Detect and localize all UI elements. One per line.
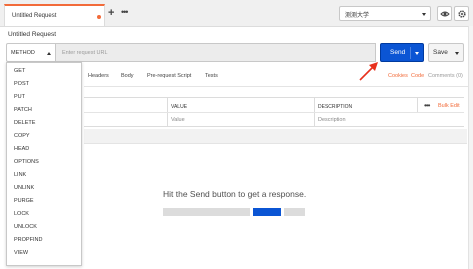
request-title[interactable]: Untitled Request: [8, 31, 56, 38]
tab-headers[interactable]: Headers: [88, 73, 109, 79]
more-tabs-button[interactable]: •••: [121, 8, 129, 17]
send-button-divider: [410, 47, 411, 59]
send-button[interactable]: Send: [380, 43, 424, 62]
unsaved-dot-icon: [97, 15, 101, 19]
method-dropdown-menu: GET POST PUT PATCH DELETE COPY HEAD OPTI…: [6, 62, 82, 266]
chevron-down-icon: [422, 13, 426, 16]
menu-item-post[interactable]: POST: [14, 81, 29, 87]
tab-label: Untitled Request: [12, 13, 57, 19]
tab-body[interactable]: Body: [121, 73, 134, 79]
save-button[interactable]: Save: [428, 43, 464, 62]
table-row-divider: [84, 112, 464, 113]
eye-icon: [440, 11, 450, 17]
illustration-placeholder-bar: [163, 208, 250, 216]
menu-item-get[interactable]: GET: [14, 68, 25, 74]
chevron-down-icon[interactable]: [415, 52, 419, 55]
annotation-arrow-icon: [359, 62, 378, 81]
environment-select[interactable]: 测测大学: [339, 6, 431, 21]
scrollbar[interactable]: [468, 26, 473, 269]
menu-item-view[interactable]: VIEW: [14, 250, 28, 256]
response-empty-message: Hit the Send button to get a response.: [163, 189, 307, 199]
menu-item-options[interactable]: OPTIONS: [14, 159, 39, 165]
cookies-link[interactable]: Cookies: [388, 73, 408, 79]
illustration-send-bar: [253, 208, 281, 216]
menu-item-copy[interactable]: COPY: [14, 133, 30, 139]
environment-quick-look-button[interactable]: [437, 6, 452, 21]
response-header-band: [84, 129, 467, 144]
description-input[interactable]: Description: [318, 117, 346, 123]
menu-item-lock[interactable]: LOCK: [14, 211, 29, 217]
manage-environments-button[interactable]: [454, 6, 469, 21]
column-header-value: VALUE: [171, 104, 188, 110]
menu-item-head[interactable]: HEAD: [14, 146, 29, 152]
send-button-label: Send: [390, 49, 406, 56]
add-tab-button[interactable]: +: [108, 8, 114, 19]
column-header-description: DESCRIPTION: [318, 104, 353, 110]
bulk-edit-link[interactable]: Bulk Edit: [438, 103, 460, 109]
menu-item-propfind[interactable]: PROPFIND: [14, 237, 42, 243]
menu-item-unlink[interactable]: UNLINK: [14, 185, 34, 191]
menu-item-delete[interactable]: DELETE: [14, 120, 35, 126]
gear-icon: [458, 10, 466, 18]
column-divider: [417, 97, 418, 112]
menu-item-patch[interactable]: PATCH: [14, 107, 32, 113]
method-select[interactable]: METHOD: [6, 43, 56, 62]
chevron-up-icon: [47, 52, 51, 55]
environment-selected-value: 测测大学: [345, 13, 370, 19]
menu-item-unlock[interactable]: UNLOCK: [14, 224, 37, 230]
comments-link[interactable]: Comments (0): [428, 73, 463, 79]
value-input[interactable]: Value: [171, 117, 185, 123]
method-select-label: METHOD: [11, 50, 35, 56]
menu-item-purge[interactable]: PURGE: [14, 198, 34, 204]
code-link[interactable]: Code: [411, 73, 424, 79]
request-url-input[interactable]: [56, 43, 376, 62]
tab-pre-request-script[interactable]: Pre-request Script: [147, 73, 191, 79]
tab-tests[interactable]: Tests: [205, 73, 218, 79]
save-button-label: Save: [433, 49, 448, 56]
chevron-down-icon[interactable]: [455, 52, 459, 55]
tab-untitled-request[interactable]: Untitled Request: [4, 4, 105, 26]
menu-item-link[interactable]: LINK: [14, 172, 26, 178]
menu-item-put[interactable]: PUT: [14, 94, 25, 100]
subtab-divider: [84, 86, 470, 87]
illustration-placeholder-bar: [284, 208, 305, 216]
table-options-button[interactable]: •••: [424, 101, 430, 110]
